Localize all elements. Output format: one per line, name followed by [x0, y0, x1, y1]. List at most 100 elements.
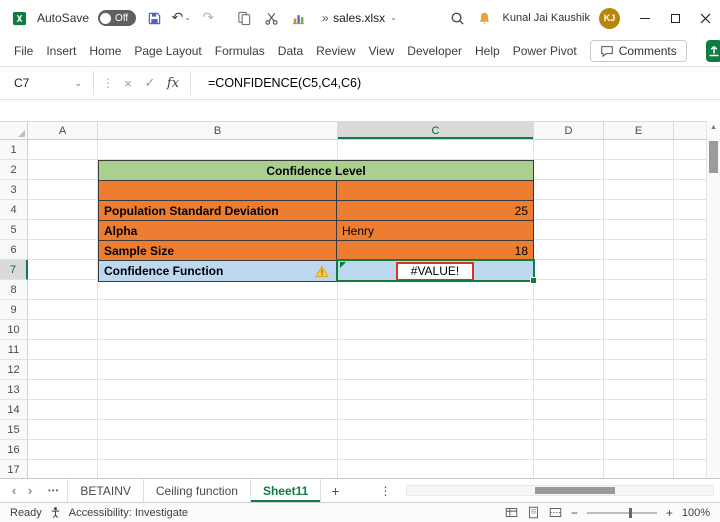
sheet-tab-sheet11[interactable]: Sheet11 — [251, 479, 322, 502]
row-header-9[interactable]: 9 — [0, 300, 28, 320]
column-header-d[interactable]: D — [534, 122, 604, 139]
column-header-a[interactable]: A — [28, 122, 98, 139]
zoom-out-icon[interactable]: − — [571, 506, 578, 520]
column-header-b[interactable]: B — [98, 122, 338, 139]
add-sheet-icon[interactable]: + — [331, 483, 339, 499]
row-header-4[interactable]: 4 — [0, 200, 28, 220]
row-header-6[interactable]: 6 — [0, 240, 28, 260]
tab-review[interactable]: Review — [316, 44, 355, 58]
column-header-c[interactable]: C — [338, 122, 534, 139]
cell-b5-label[interactable]: Alpha — [99, 221, 337, 241]
page-break-view-icon[interactable] — [549, 506, 562, 519]
sheet-list-icon[interactable]: ••• — [48, 486, 59, 495]
row-header-7[interactable]: 7 — [0, 260, 28, 280]
row-header-11[interactable]: 11 — [0, 340, 28, 360]
sheet-tab-betainv[interactable]: BETAINV — [67, 479, 144, 502]
row-header-13[interactable]: 13 — [0, 380, 28, 400]
accessibility-icon[interactable] — [49, 506, 62, 519]
chart-icon[interactable] — [289, 7, 307, 29]
cancel-icon[interactable]: × — [117, 76, 139, 91]
tab-help[interactable]: Help — [475, 44, 500, 58]
user-name[interactable]: Kunal Jai Kaushik — [503, 12, 590, 24]
search-icon[interactable] — [449, 7, 467, 29]
undo-dropdown-icon[interactable]: ⌄ — [184, 14, 191, 22]
row-header-2[interactable]: 2 — [0, 160, 28, 180]
row-header-16[interactable]: 16 — [0, 440, 28, 460]
filename-dropdown[interactable]: sales.xlsx ⌄ — [333, 11, 397, 25]
cell-b6-label[interactable]: Sample Size — [99, 241, 337, 261]
status-ready: Ready — [10, 506, 42, 519]
cell-b2-title[interactable]: Confidence Level — [99, 161, 533, 181]
minimize-button[interactable] — [630, 0, 660, 36]
tab-developer[interactable]: Developer — [407, 44, 462, 58]
tab-file[interactable]: File — [14, 44, 33, 58]
error-warning-icon[interactable] — [315, 264, 329, 278]
zoom-level[interactable]: 100% — [682, 507, 710, 519]
column-header-e[interactable]: E — [604, 122, 674, 139]
name-box-chevron-icon[interactable]: ⌄ — [74, 78, 82, 89]
cell-b4-label[interactable]: Population Standard Deviation — [99, 201, 337, 221]
cut-icon[interactable] — [262, 7, 280, 29]
row-header-10[interactable]: 10 — [0, 320, 28, 340]
page-layout-view-icon[interactable] — [527, 506, 540, 519]
vertical-scroll-thumb[interactable] — [709, 141, 718, 173]
maximize-button[interactable] — [660, 0, 690, 36]
name-box-value: C7 — [14, 76, 30, 90]
avatar[interactable]: KJ — [599, 7, 620, 29]
redo-icon[interactable]: ↷ — [199, 7, 217, 29]
scroll-up-icon[interactable]: ▲ — [707, 121, 720, 135]
sheet-more-icon[interactable]: ⋮ — [380, 484, 392, 498]
save-icon[interactable] — [145, 7, 163, 29]
row-header-8[interactable]: 8 — [0, 280, 28, 300]
formula-input[interactable]: =CONFIDENCE(C5,C4,C6) — [208, 76, 361, 90]
zoom-slider[interactable] — [586, 507, 657, 518]
cell-c7-value[interactable]: #VALUE! — [337, 261, 533, 281]
name-box[interactable]: C7 ⌄ — [8, 76, 88, 90]
row-header-3[interactable]: 3 — [0, 180, 28, 200]
tab-formulas[interactable]: Formulas — [215, 44, 265, 58]
cell-c3[interactable] — [337, 181, 533, 201]
comments-button[interactable]: Comments — [589, 40, 687, 62]
undo-icon[interactable]: ↶ ⌄ — [171, 7, 191, 29]
sheet-tab-ceiling-function[interactable]: Ceiling function — [144, 479, 251, 502]
tab-page-layout[interactable]: Page Layout — [134, 44, 201, 58]
tab-view[interactable]: View — [369, 44, 395, 58]
cell-b3[interactable] — [99, 181, 337, 201]
zoom-in-icon[interactable]: + — [666, 506, 673, 520]
row-header-15[interactable]: 15 — [0, 420, 28, 440]
cell-c6-value[interactable]: 18 — [337, 241, 533, 261]
select-all-button[interactable] — [0, 122, 28, 139]
toolbar-overflow-icon[interactable]: » — [316, 7, 334, 29]
sheet-grid[interactable]: 1 2 3 4 5 6 7 8 9 10 11 12 13 14 15 16 1… — [0, 140, 720, 478]
cell-c4-value[interactable]: 25 — [337, 201, 533, 221]
close-button[interactable] — [690, 0, 720, 36]
bell-icon[interactable] — [476, 7, 494, 29]
formula-bar-handle-icon[interactable]: ⋮ — [99, 76, 117, 90]
sheet-nav-right-icon[interactable]: › — [22, 483, 38, 498]
cell-b7-label[interactable]: Confidence Function — [99, 261, 337, 281]
cell-c5-value[interactable]: Henry — [337, 221, 533, 241]
row-header-5[interactable]: 5 — [0, 220, 28, 240]
zoom-slider-knob[interactable] — [628, 507, 632, 518]
normal-view-icon[interactable] — [505, 506, 518, 519]
row-header-17[interactable]: 17 — [0, 460, 28, 478]
insert-function-icon[interactable]: fx — [161, 76, 185, 91]
vertical-scrollbar[interactable]: ▲ — [706, 121, 720, 478]
share-button[interactable] — [705, 40, 720, 62]
tab-home[interactable]: Home — [89, 44, 121, 58]
tab-power-pivot[interactable]: Power Pivot — [513, 44, 577, 58]
sheet-nav-left-icon[interactable]: ‹ — [6, 483, 22, 498]
enter-icon[interactable]: ✓ — [139, 75, 161, 91]
autosave-toggle[interactable]: Off — [98, 10, 137, 26]
tab-data[interactable]: Data — [278, 44, 303, 58]
horizontal-scrollbar[interactable] — [405, 485, 714, 496]
fill-handle[interactable] — [530, 277, 537, 284]
row-header-14[interactable]: 14 — [0, 400, 28, 420]
tab-insert[interactable]: Insert — [46, 44, 76, 58]
horizontal-scroll-thumb[interactable] — [535, 487, 616, 494]
autosave-state: Off — [115, 12, 129, 24]
accessibility-status[interactable]: Accessibility: Investigate — [69, 507, 188, 519]
row-header-12[interactable]: 12 — [0, 360, 28, 380]
copy-icon[interactable] — [235, 7, 253, 29]
row-header-1[interactable]: 1 — [0, 140, 28, 160]
